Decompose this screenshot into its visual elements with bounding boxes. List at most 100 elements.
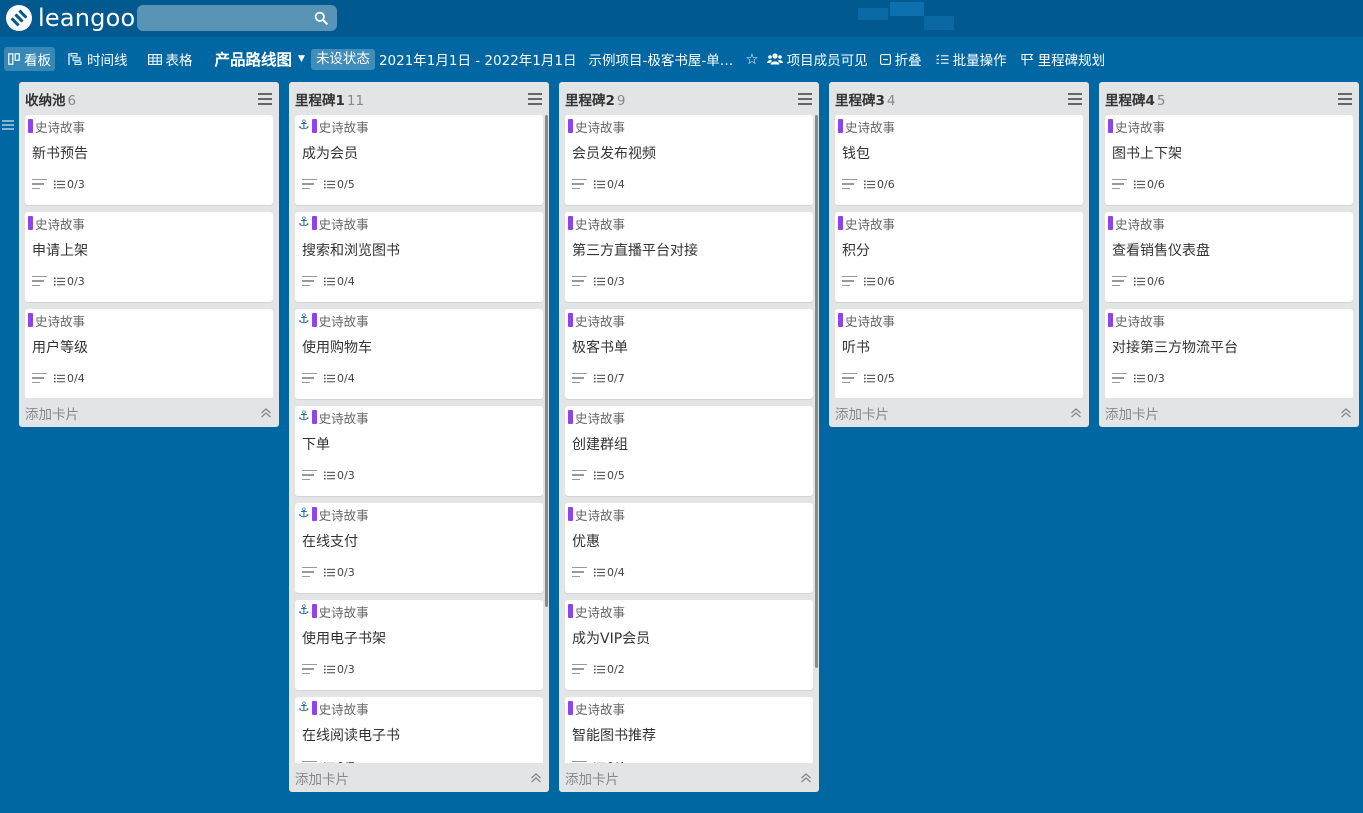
description-icon <box>302 469 317 481</box>
story-card[interactable]: 史诗故事 钱包 0/6 <box>835 115 1083 205</box>
column-menu-icon[interactable] <box>528 92 542 105</box>
story-card[interactable]: ⚓ 史诗故事在线阅读电子书 0/7 <box>295 697 543 763</box>
tag-color-bar <box>838 216 843 230</box>
view-tab-timeline[interactable]: 时间线 <box>63 47 132 71</box>
story-card[interactable]: 史诗故事 创建群组 0/5 <box>565 406 813 496</box>
story-card[interactable]: ⚓ 史诗故事 成为会员 0/5 <box>295 115 543 205</box>
card-tag: 史诗故事 <box>838 216 895 232</box>
card-tag-label: 史诗故事 <box>575 604 626 620</box>
card-tag-label: 史诗故事 <box>575 701 626 717</box>
checklist-progress: 0/4 <box>337 274 355 288</box>
anchor-icon: ⚓ <box>298 118 310 133</box>
column-menu-icon[interactable] <box>798 92 812 105</box>
column-footer: 添加卡片 <box>1099 398 1359 427</box>
milestone-planning-button[interactable]: 里程碑规划 <box>1017 47 1110 71</box>
status-badge[interactable]: 未设状态 <box>310 48 375 70</box>
description-icon <box>1112 178 1127 190</box>
brand-name: leangoo <box>38 4 136 32</box>
column-header[interactable]: 里程碑1 11 <box>289 82 549 115</box>
story-card[interactable]: 史诗故事 优惠 0/4 <box>565 503 813 593</box>
card-tag: 史诗故事 <box>568 410 625 426</box>
column-header[interactable]: 里程碑2 9 <box>559 82 819 115</box>
column-menu-icon[interactable] <box>1068 92 1082 105</box>
card-tag: 史诗故事 <box>568 216 625 232</box>
card-checklist: 0/4 <box>594 178 625 191</box>
story-card[interactable]: ⚓ 史诗故事 在线支付 0/3 <box>295 503 543 593</box>
view-tab-table-label: 表格 <box>165 53 193 69</box>
add-card-button[interactable]: 添加卡片 <box>25 403 79 423</box>
card-title: 在线阅读电子书 <box>302 728 400 744</box>
board-column: 收纳池 6 史诗故事 新书预告 0/3 史诗故事 申请上架 0/3 史诗故事 用户等级 0/4 添加卡… <box>19 82 279 427</box>
description-icon <box>572 566 587 578</box>
story-card[interactable]: 史诗故事智能图书推荐 0/4 <box>565 697 813 763</box>
column-header[interactable]: 里程碑4 5 <box>1099 82 1359 115</box>
column-scrollbar[interactable] <box>545 115 548 607</box>
fold-button[interactable]: 折叠 <box>876 47 926 71</box>
checklist-progress: 0/3 <box>337 565 355 579</box>
card-checklist: 0/7 <box>594 372 625 385</box>
leangoo-logo[interactable]: leangoo <box>6 4 136 32</box>
add-card-button[interactable]: 添加卡片 <box>1105 403 1159 423</box>
collapse-up-icon[interactable] <box>1070 407 1082 419</box>
tag-color-bar <box>28 313 33 327</box>
description-icon <box>302 372 317 384</box>
checklist-icon <box>324 665 335 673</box>
checklist-icon <box>594 665 605 673</box>
story-card[interactable]: 史诗故事 会员发布视频 0/4 <box>565 115 813 205</box>
batch-operation-button[interactable]: 批量操作 <box>932 47 1011 71</box>
story-card[interactable]: ⚓ 史诗故事 下单 0/3 <box>295 406 543 496</box>
story-card[interactable]: ⚓ 史诗故事 使用购物车 0/4 <box>295 309 543 399</box>
search-box[interactable] <box>137 5 337 31</box>
column-menu-icon[interactable] <box>258 92 272 105</box>
project-link[interactable]: 示例项目-极客书屋-单… <box>584 47 737 71</box>
story-card[interactable]: 史诗故事 成为VIP会员 0/2 <box>565 600 813 690</box>
board-selector[interactable]: 产品路线图 ▼ <box>211 47 309 71</box>
add-card-button[interactable]: 添加卡片 <box>565 768 619 788</box>
story-card[interactable]: 史诗故事 用户等级 0/4 <box>25 309 273 398</box>
column-menu-icon[interactable] <box>1338 92 1352 105</box>
checklist-progress: 0/4 <box>67 371 85 385</box>
card-meta: 0/4 <box>572 760 625 763</box>
story-card[interactable]: 史诗故事 积分 0/6 <box>835 212 1083 302</box>
card-title: 查看销售仪表盘 <box>1112 243 1210 259</box>
collapse-up-icon[interactable] <box>260 407 272 419</box>
card-checklist: 0/6 <box>864 178 895 191</box>
menu-icon <box>2 120 14 130</box>
description-icon <box>572 760 587 764</box>
checklist-progress: 0/4 <box>337 371 355 385</box>
story-card[interactable]: 史诗故事 对接第三方物流平台 0/3 <box>1105 309 1353 398</box>
collapse-up-icon[interactable] <box>800 772 812 784</box>
card-meta: 0/6 <box>842 275 895 288</box>
story-card[interactable]: 史诗故事 图书上下架 0/6 <box>1105 115 1353 205</box>
story-card[interactable]: 史诗故事 第三方直播平台对接 0/3 <box>565 212 813 302</box>
column-header[interactable]: 里程碑3 4 <box>829 82 1089 115</box>
collapse-up-icon[interactable] <box>1340 407 1352 419</box>
card-tag-label: 史诗故事 <box>318 701 369 717</box>
story-card[interactable]: ⚓ 史诗故事 搜索和浏览图书 0/4 <box>295 212 543 302</box>
add-card-button[interactable]: 添加卡片 <box>295 768 349 788</box>
story-card[interactable]: ⚓ 史诗故事 使用电子书架 0/3 <box>295 600 543 690</box>
column-card-list: 史诗故事 会员发布视频 0/4 史诗故事 第三方直播平台对接 0/3 史诗故事 极客书单 0/7… <box>559 115 819 763</box>
search-input[interactable] <box>137 5 337 31</box>
search-icon[interactable] <box>313 10 329 26</box>
date-range[interactable]: 2021年1月1日 - 2022年1月1日 <box>375 47 581 71</box>
column-header[interactable]: 收纳池 6 <box>19 82 279 115</box>
card-title: 在线支付 <box>302 534 358 550</box>
side-panel-toggle[interactable] <box>2 116 14 135</box>
tag-color-bar <box>311 410 317 424</box>
members-visibility[interactable]: 项目成员可见 <box>763 47 872 71</box>
column-scrollbar[interactable] <box>815 115 818 668</box>
anchor-icon: ⚓ <box>298 215 310 230</box>
card-meta: 0/3 <box>302 663 355 676</box>
add-card-button[interactable]: 添加卡片 <box>835 403 889 423</box>
story-card[interactable]: 史诗故事 极客书单 0/7 <box>565 309 813 399</box>
view-tab-kanban[interactable]: 看板 <box>4 47 55 71</box>
star-icon[interactable]: ☆ <box>741 47 762 71</box>
view-tab-table[interactable]: 表格 <box>144 47 197 71</box>
story-card[interactable]: 史诗故事 听书 0/5 <box>835 309 1083 398</box>
story-card[interactable]: 史诗故事 新书预告 0/3 <box>25 115 273 205</box>
story-card[interactable]: 史诗故事 申请上架 0/3 <box>25 212 273 302</box>
checklist-icon <box>594 762 605 763</box>
story-card[interactable]: 史诗故事 查看销售仪表盘 0/6 <box>1105 212 1353 302</box>
collapse-up-icon[interactable] <box>530 772 542 784</box>
